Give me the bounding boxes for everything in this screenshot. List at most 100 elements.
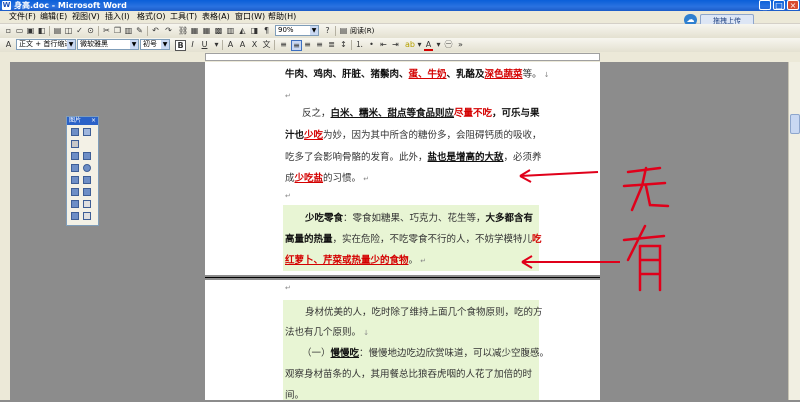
close-button[interactable]: × xyxy=(787,0,799,10)
minimize-button[interactable]: _ xyxy=(759,0,771,10)
read-icon[interactable]: ▤ xyxy=(339,26,348,35)
highlight-icon[interactable]: ab xyxy=(405,40,415,49)
save-icon[interactable]: ▣ xyxy=(26,26,35,35)
hyperlink-icon[interactable]: ⛓ xyxy=(178,26,188,35)
toolbar-separator xyxy=(335,26,336,36)
tables-borders-icon[interactable]: ▦ xyxy=(190,26,199,35)
paragraph-mark: ↵ xyxy=(285,92,291,100)
crop-icon[interactable] xyxy=(83,164,91,172)
style-combo[interactable]: 正文 + 首行缩进 ▼ xyxy=(16,39,76,50)
font-color-icon[interactable]: A xyxy=(424,40,433,51)
ruler-bar[interactable] xyxy=(205,53,600,61)
palette-title: 图片 xyxy=(69,117,82,124)
menu-tools[interactable]: 工具(T) xyxy=(170,11,197,23)
menu-format[interactable]: 格式(O) xyxy=(137,11,166,23)
menu-table[interactable]: 表格(A) xyxy=(202,11,230,23)
justify-icon[interactable]: ≡ xyxy=(279,40,288,49)
italic-button[interactable]: I xyxy=(188,40,197,49)
close-icon[interactable]: × xyxy=(91,117,96,125)
styles-pane-icon[interactable]: A xyxy=(4,40,13,49)
increase-indent-icon[interactable]: ⇥ xyxy=(391,40,400,49)
font-combo[interactable]: 微软雅黑 ▼ xyxy=(77,39,139,50)
columns-icon[interactable]: ▥ xyxy=(226,26,235,35)
text-normal: 法也有几个原则。 xyxy=(285,327,362,338)
chevron-down-icon[interactable]: ▾ xyxy=(415,40,424,49)
menu-view[interactable]: 视图(V) xyxy=(72,11,100,23)
vertical-scrollbar[interactable] xyxy=(788,62,800,400)
insert-picture-icon[interactable] xyxy=(71,128,79,136)
permission-icon[interactable]: ◧ xyxy=(37,26,46,35)
chevron-down-icon[interactable]: ▾ xyxy=(434,40,443,49)
menu-insert[interactable]: 插入(I) xyxy=(105,11,130,23)
print-icon[interactable]: ▤ xyxy=(53,26,62,35)
copy-icon[interactable]: ❐ xyxy=(113,26,122,35)
more-contrast-icon[interactable] xyxy=(71,140,79,148)
char-scale-icon[interactable]: X xyxy=(250,40,259,49)
menu-help[interactable]: 帮助(H) xyxy=(268,11,296,23)
bold-button[interactable]: B xyxy=(175,40,186,51)
picture-toolbar[interactable]: 图片 × xyxy=(66,116,99,226)
text-red-underlined: 少吃 xyxy=(304,130,324,141)
align-center-icon[interactable]: ≡ xyxy=(303,40,312,49)
more-brightness-icon[interactable] xyxy=(83,152,91,160)
document-map-icon[interactable]: ◨ xyxy=(250,26,259,35)
menu-window[interactable]: 窗口(W) xyxy=(235,11,265,23)
phonetic-guide-icon[interactable]: 文 xyxy=(262,40,271,49)
paste-icon[interactable]: ▥ xyxy=(124,26,133,35)
toolbar-separator xyxy=(351,40,352,50)
rotate-icon[interactable] xyxy=(71,176,79,184)
picture-toolbar-title[interactable]: 图片 × xyxy=(67,117,98,125)
text-red-underlined: 深色蔬菜 xyxy=(484,69,523,80)
align-left-icon[interactable]: ≡ xyxy=(291,40,302,51)
drawing-icon[interactable]: ◭ xyxy=(238,26,247,35)
insert-table-icon[interactable]: ▦ xyxy=(202,26,211,35)
line-style-icon[interactable] xyxy=(83,176,91,184)
char-shading-icon[interactable]: A xyxy=(238,40,247,49)
print-preview-icon[interactable]: ◫ xyxy=(64,26,73,35)
enclose-char-icon[interactable]: ㊀ xyxy=(444,40,453,49)
line-spacing-icon[interactable]: ↕ xyxy=(339,40,348,49)
help-icon[interactable]: ? xyxy=(323,26,332,35)
show-hide-icon[interactable]: ¶ xyxy=(262,26,271,35)
reading-mode-button[interactable]: 阅读(R) xyxy=(350,24,374,38)
text-red-underlined: 红萝卜、芹菜或热量少的食物 xyxy=(285,255,409,266)
research-icon[interactable]: ⊙ xyxy=(86,26,95,35)
set-transparent-icon[interactable] xyxy=(83,200,91,208)
numbering-icon[interactable]: ⒈ xyxy=(355,40,364,49)
compress-icon[interactable] xyxy=(71,188,79,196)
toolbar-options-icon[interactable]: » xyxy=(456,40,465,49)
format-painter-icon[interactable]: ✎ xyxy=(135,26,144,35)
maximize-button[interactable]: □ xyxy=(773,0,785,10)
scrollbar-thumb[interactable] xyxy=(790,114,800,134)
format-picture-icon[interactable] xyxy=(71,200,79,208)
text-icon[interactable] xyxy=(83,212,91,220)
less-contrast-icon[interactable] xyxy=(71,152,79,160)
undo-icon[interactable]: ↶ xyxy=(151,26,160,35)
open-folder-icon[interactable]: ▭ xyxy=(15,26,24,35)
reset-picture-icon[interactable] xyxy=(71,212,79,220)
align-right-icon[interactable]: ≡ xyxy=(315,40,324,49)
new-document-icon[interactable]: ▫ xyxy=(4,26,13,35)
less-brightness-icon[interactable] xyxy=(71,164,79,172)
chevron-down-icon[interactable]: ▾ xyxy=(212,40,221,49)
horizontal-ruler[interactable] xyxy=(0,52,800,62)
underline-button[interactable]: U xyxy=(200,40,209,49)
text-red-underlined: 蛋、牛奶 xyxy=(408,69,447,80)
decrease-indent-icon[interactable]: ⇤ xyxy=(379,40,388,49)
text-normal: 成 xyxy=(285,173,295,184)
zoom-combo[interactable]: 90% ▼ xyxy=(275,25,319,36)
text-wrap-icon[interactable] xyxy=(83,188,91,196)
bullets-icon[interactable]: • xyxy=(367,40,376,49)
color-icon[interactable] xyxy=(83,128,91,136)
menu-file[interactable]: 文件(F) xyxy=(9,11,36,23)
insert-excel-icon[interactable]: ▩ xyxy=(214,26,223,35)
text-line: 汁也少吃为妙，因为其中所含的糖份多，会阻碍钙质的吸收， xyxy=(285,130,542,142)
font-size-combo[interactable]: 初号 ▼ xyxy=(140,39,170,50)
menu-edit[interactable]: 编辑(E) xyxy=(40,11,67,23)
text-bold: ，可乐与果 xyxy=(492,108,540,119)
distribute-icon[interactable]: ≣ xyxy=(327,40,336,49)
cut-icon[interactable]: ✂ xyxy=(102,26,111,35)
spelling-icon[interactable]: ✓ xyxy=(75,26,84,35)
redo-icon[interactable]: ↷ xyxy=(164,26,173,35)
char-border-icon[interactable]: A xyxy=(226,40,235,49)
